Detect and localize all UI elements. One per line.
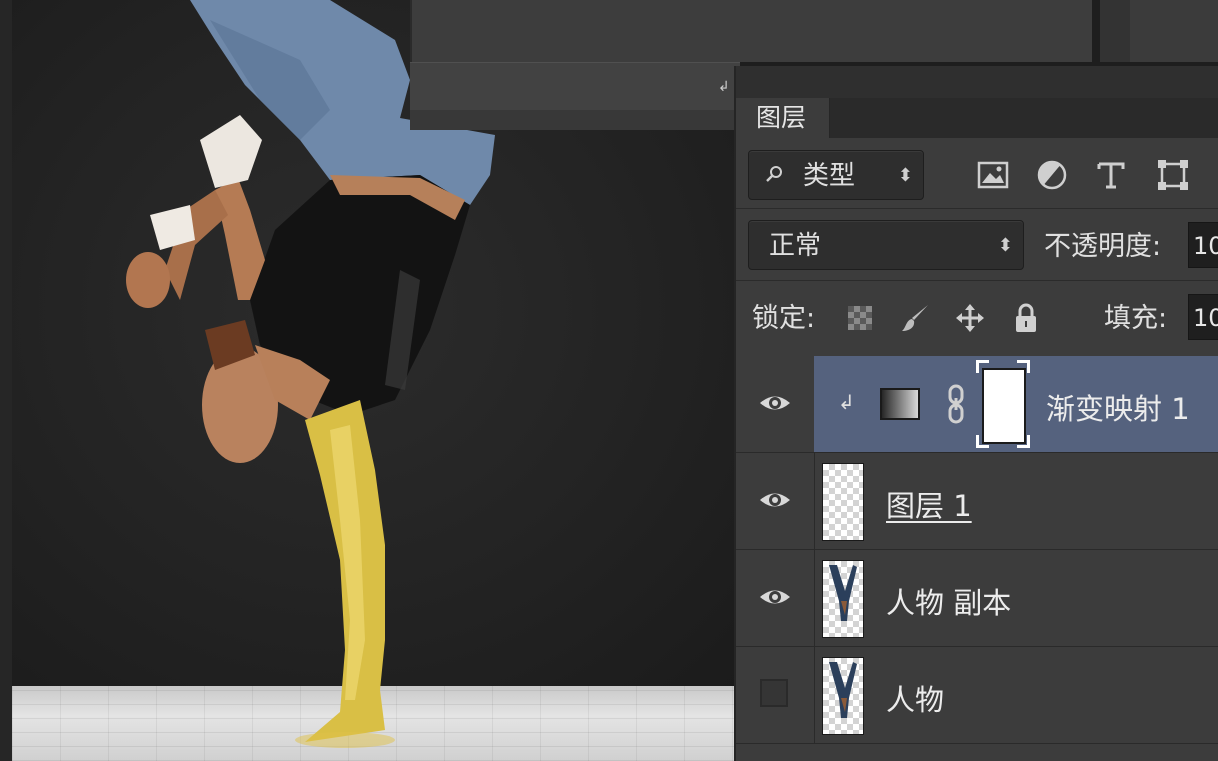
- type-layer-icon[interactable]: [1094, 158, 1128, 192]
- shape-layer-icon[interactable]: [1156, 158, 1190, 192]
- lock-image-icon[interactable]: [900, 302, 932, 334]
- layer-body[interactable]: 图层 1: [814, 453, 1218, 549]
- layer-mask-thumbnail[interactable]: [976, 360, 1030, 448]
- updown-icon: ⬍: [997, 235, 1013, 256]
- opacity-label: 不透明度:: [1044, 231, 1162, 262]
- properties-panel-bar: ↲: [410, 62, 740, 112]
- visibility-toggle[interactable]: [736, 356, 815, 452]
- lock-transparent-icon[interactable]: [844, 302, 876, 334]
- layers-panel-titlebar[interactable]: [736, 66, 1218, 98]
- blend-row: 正常 ⬍ 不透明度: 10: [736, 208, 1218, 281]
- layer-name[interactable]: 人物 副本: [886, 580, 1011, 622]
- layer-row[interactable]: ↲ 渐变映射 1: [736, 356, 1218, 453]
- fill-input[interactable]: 10: [1188, 294, 1218, 340]
- properties-panel-footer: [410, 110, 740, 130]
- layer-thumbnail: [822, 463, 864, 541]
- lock-position-icon[interactable]: [954, 302, 986, 334]
- image-layer-icon[interactable]: [976, 158, 1010, 192]
- upper-panel: [410, 0, 1092, 62]
- fill-label: 填充:: [1104, 303, 1168, 334]
- lock-label: 锁定:: [752, 303, 816, 334]
- blend-mode-select[interactable]: 正常 ⬍: [748, 220, 1024, 270]
- layer-thumbnail: [822, 657, 864, 735]
- layer-name[interactable]: 渐变映射 1: [1046, 386, 1190, 428]
- visibility-toggle[interactable]: [736, 550, 815, 646]
- clipping-arrow-icon: ↲: [838, 390, 855, 414]
- layer-filter-select[interactable]: 类型 ⬍: [748, 150, 924, 200]
- layer-row[interactable]: 人物: [736, 647, 1218, 744]
- updown-icon: ⬍: [897, 165, 913, 186]
- link-icon[interactable]: [946, 384, 966, 424]
- layer-name[interactable]: 人物: [886, 677, 944, 719]
- upper-panel-divider: [1100, 0, 1130, 62]
- blend-mode-value: 正常: [769, 231, 822, 261]
- layer-body[interactable]: 人物: [814, 647, 1218, 743]
- layer-row[interactable]: 人物 副本: [736, 550, 1218, 647]
- upper-panel-far: [1130, 0, 1218, 62]
- opacity-input[interactable]: 10: [1188, 222, 1218, 268]
- figure-thumbnail-icon: [829, 565, 857, 621]
- visibility-toggle[interactable]: [736, 647, 815, 743]
- clip-arrow-icon[interactable]: ↲: [718, 79, 732, 95]
- layer-name[interactable]: 图层 1: [886, 483, 972, 525]
- gradient-map-icon: [880, 388, 920, 420]
- layer-row[interactable]: 图层 1: [736, 453, 1218, 550]
- lock-all-icon[interactable]: [1010, 302, 1042, 334]
- eye-icon: [760, 396, 790, 410]
- layer-body[interactable]: 人物 副本: [814, 550, 1218, 646]
- eye-icon: [760, 493, 790, 507]
- visibility-off-box: [760, 679, 788, 707]
- eye-icon: [760, 590, 790, 604]
- layer-filter-value: 类型: [803, 161, 856, 191]
- layer-thumbnail: [822, 560, 864, 638]
- adjustment-layer-icon[interactable]: [1035, 158, 1069, 192]
- layers-panel: 图层 类型 ⬍ 正常 ⬍ 不透明度: 1 锁定: 填充: 1 ↲ 渐变映射 1 …: [734, 66, 1218, 761]
- visibility-toggle[interactable]: [736, 453, 815, 549]
- figure-thumbnail-icon: [829, 662, 857, 718]
- search-icon: [766, 166, 782, 182]
- layer-body[interactable]: ↲ 渐变映射 1: [814, 356, 1218, 452]
- tab-layers[interactable]: 图层: [736, 98, 830, 138]
- lock-row: 锁定: 填充: 10: [736, 280, 1218, 357]
